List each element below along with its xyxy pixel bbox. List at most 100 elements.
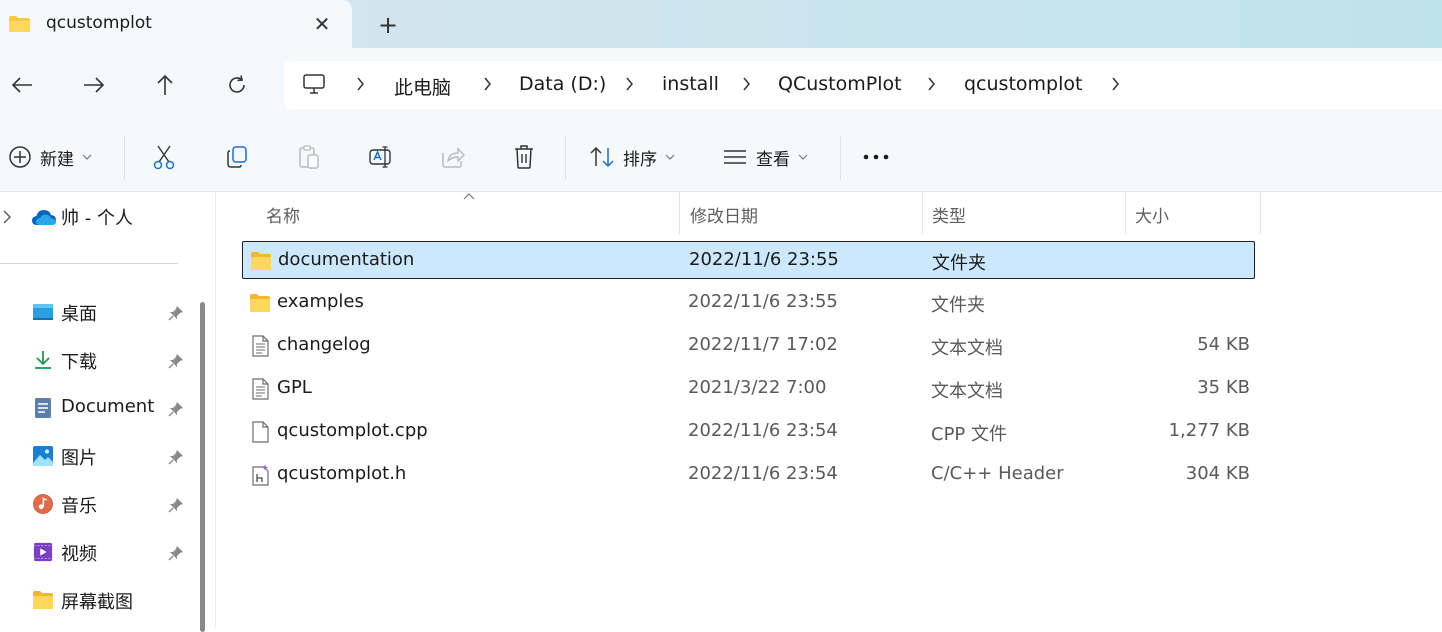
file-type: 文本文档 [931, 381, 1003, 402]
add-circle-icon [9, 146, 31, 168]
pin-icon[interactable] [167, 352, 185, 370]
chevron-right-icon[interactable] [1108, 73, 1122, 95]
sidebar-item-desktop[interactable]: 桌面 [0, 292, 200, 332]
share-button[interactable] [440, 142, 466, 172]
file-name: qcustomplot.h [277, 463, 407, 484]
back-button[interactable] [5, 68, 39, 102]
sidebar-item-videos[interactable]: 视频 [0, 532, 200, 572]
column-date-label: 修改日期 [690, 207, 758, 227]
chevron-right-icon[interactable] [622, 73, 636, 95]
column-header-name[interactable]: 名称 [242, 192, 679, 234]
file-row-changelog[interactable]: changelog 2022/11/7 17:02 文本文档 54 KB [242, 327, 1255, 365]
refresh-button[interactable] [220, 68, 254, 102]
file-date: 2022/11/6 23:55 [688, 291, 838, 312]
sidebar-scrollbar[interactable] [200, 302, 205, 632]
view-label: 查看 [756, 149, 790, 170]
folder-icon [33, 591, 53, 609]
view-button[interactable]: 查看 [722, 142, 808, 172]
file-date: 2022/11/7 17:02 [688, 334, 838, 355]
computer-icon [303, 74, 325, 94]
chevron-right-icon[interactable] [924, 73, 938, 95]
file-date: 2022/11/6 23:55 [689, 249, 839, 270]
file-type: 文本文档 [931, 338, 1003, 359]
file-type: C/C++ Header [931, 463, 1064, 484]
cut-button[interactable] [152, 142, 176, 172]
breadcrumb-qcustomplot[interactable]: qcustomplot [964, 73, 1082, 97]
chevron-down-icon [798, 154, 808, 160]
paste-button[interactable] [297, 142, 321, 172]
file-size: 1,277 KB [1168, 420, 1250, 441]
sidebar-item-label: 桌面 [61, 304, 97, 325]
file-date: 2022/11/6 23:54 [688, 463, 838, 484]
chevron-right-icon[interactable] [353, 73, 367, 95]
sidebar-item-label: 视频 [61, 544, 97, 565]
document-icon [35, 398, 51, 418]
share-icon [442, 147, 465, 168]
close-tab-icon[interactable]: ✕ [309, 11, 335, 37]
videos-icon [33, 542, 53, 562]
file-row-qcustomplot-cpp[interactable]: qcustomplot.cpp 2022/11/6 23:54 CPP 文件 1… [242, 413, 1255, 451]
divider [124, 136, 125, 180]
scissors-icon [153, 145, 175, 170]
column-header-date[interactable]: 修改日期 [680, 192, 922, 234]
tab-qcustomplot[interactable]: qcustomplot ✕ [0, 0, 352, 48]
sidebar-item-music[interactable]: 音乐 [0, 484, 200, 524]
trash-icon [515, 145, 533, 169]
file-row-gpl[interactable]: GPL 2021/3/22 7:00 文本文档 35 KB [242, 370, 1255, 408]
refresh-icon [229, 75, 245, 93]
sort-button[interactable]: 排序 [589, 142, 675, 172]
header-file-icon [252, 464, 269, 486]
sidebar-item-label: 下载 [61, 352, 97, 373]
file-row-qcustomplot-h[interactable]: qcustomplot.h 2022/11/6 23:54 C/C++ Head… [242, 456, 1255, 494]
file-type: 文件夹 [932, 253, 986, 274]
column-header-size[interactable]: 大小 [1126, 192, 1260, 234]
desktop-icon [33, 304, 53, 320]
breadcrumb-data-drive[interactable]: Data (D:) [519, 73, 606, 97]
file-row-documentation[interactable]: documentation 2022/11/6 23:55 文件夹 [242, 241, 1255, 279]
delete-button[interactable] [512, 142, 536, 172]
file-name: documentation [278, 249, 415, 270]
sidebar-item-label: 屏幕截图 [61, 592, 133, 613]
pin-icon[interactable] [167, 304, 185, 322]
new-button[interactable]: 新建 [8, 142, 92, 172]
address-bar[interactable]: 此电脑 Data (D:) install QCustomPlot qcusto… [284, 61, 1442, 109]
divider [565, 136, 566, 180]
sort-icon [590, 146, 614, 168]
new-label: 新建 [40, 149, 74, 170]
file-size: 54 KB [1197, 334, 1250, 355]
sidebar-item-documents[interactable]: Document [0, 388, 200, 428]
breadcrumb-qcustomplot-root[interactable]: QCustomPlot [778, 73, 902, 97]
sidebar-item-screenshots[interactable]: 屏幕截图 [0, 580, 200, 620]
up-button[interactable] [148, 68, 182, 102]
sidebar-item-downloads[interactable]: 下载 [0, 340, 200, 380]
file-size: 35 KB [1197, 377, 1250, 398]
new-tab-button[interactable]: + [374, 11, 402, 39]
sidebar-item-pictures[interactable]: 图片 [0, 436, 200, 476]
divider [840, 136, 841, 180]
onedrive-label[interactable]: 帅 - 个人 [61, 204, 133, 230]
pin-icon[interactable] [167, 496, 185, 514]
pin-icon[interactable] [167, 544, 185, 562]
file-date: 2021/3/22 7:00 [688, 377, 827, 398]
forward-button[interactable] [77, 68, 111, 102]
copy-button[interactable] [225, 142, 249, 172]
copy-icon [227, 146, 247, 168]
breadcrumb-this-pc[interactable]: 此电脑 [394, 73, 451, 99]
rename-button[interactable] [368, 142, 394, 172]
tab-bar: qcustomplot ✕ + [0, 0, 1442, 48]
more-options-button[interactable] [862, 142, 890, 172]
pin-icon[interactable] [167, 448, 185, 466]
column-resize-handle[interactable] [1260, 192, 1261, 234]
chevron-right-icon[interactable] [480, 73, 494, 95]
file-row-examples[interactable]: examples 2022/11/6 23:55 文件夹 [242, 284, 1255, 322]
file-size: 304 KB [1185, 463, 1250, 484]
folder-icon [9, 16, 30, 32]
file-name: changelog [277, 334, 371, 355]
breadcrumb-install[interactable]: install [662, 73, 719, 97]
chevron-right-icon[interactable] [739, 73, 753, 95]
folder-icon [251, 252, 271, 270]
chevron-right-icon[interactable] [2, 210, 12, 224]
pin-icon[interactable] [167, 400, 185, 418]
chevron-down-icon [665, 154, 675, 160]
column-header-type[interactable]: 类型 [923, 192, 1125, 234]
